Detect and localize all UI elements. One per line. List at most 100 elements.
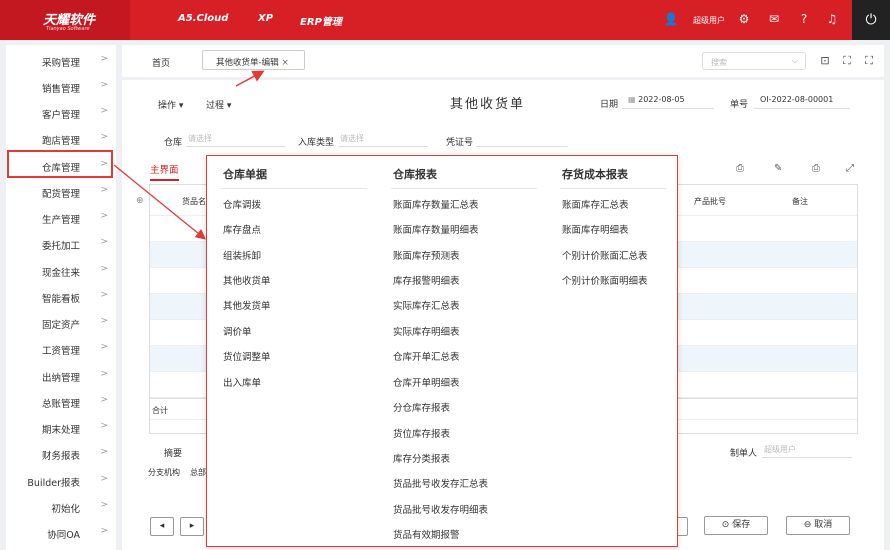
warehouse-label: 仓库 xyxy=(164,138,183,148)
prev-button[interactable]: ◂ xyxy=(150,517,174,536)
attach-icon[interactable]: ✎ xyxy=(774,163,782,174)
menu-item-cost-report[interactable]: 个别计价账面明细表 xyxy=(562,273,648,287)
col-batch: 产品批号 xyxy=(694,197,726,206)
next-button[interactable]: ▸ xyxy=(180,517,204,536)
sidebar-item-cashier[interactable]: 出纳管理 > xyxy=(6,362,116,388)
date-field[interactable]: ▦ 2022-08-05 xyxy=(622,95,714,109)
doc-no-label: 单号 xyxy=(730,100,749,110)
add-row-icon[interactable]: ⊕ xyxy=(136,196,144,206)
sidebar-item-oa[interactable]: 协同OA > xyxy=(6,519,116,545)
sidebar-item-assets[interactable]: 固定资产 > xyxy=(6,309,116,335)
check-icon: ⊙ xyxy=(721,520,730,530)
menu-item-report[interactable]: 仓库开单明细表 xyxy=(393,375,460,389)
save-button[interactable]: ⊙ 保存 xyxy=(704,516,768,535)
chat-icon[interactable]: ✉ xyxy=(766,11,782,27)
chevron-right-icon: > xyxy=(100,342,108,352)
menu-item-location-adjust[interactable]: 货位调整单 xyxy=(223,349,271,363)
chevron-right-icon: > xyxy=(100,237,108,247)
cancel-button[interactable]: ⊖ 取消 xyxy=(786,516,850,535)
minus-icon: ⊖ xyxy=(803,520,812,530)
nav-a5cloud[interactable]: A5.Cloud xyxy=(178,13,228,24)
expand-icon[interactable]: ⛶ xyxy=(862,54,876,68)
maker-field[interactable]: 超级用户 xyxy=(762,444,852,458)
menu-item-stocktake[interactable]: 库存盘点 xyxy=(223,222,261,236)
print-preview-icon[interactable]: ⎙ xyxy=(736,163,744,174)
sidebar-item-distribution[interactable]: 配货管理 > xyxy=(6,178,116,204)
menu-item-report[interactable]: 实际库存明细表 xyxy=(393,324,460,338)
intype-label: 入库类型 xyxy=(298,138,335,148)
tab-other-receipt[interactable]: 其他收货单-编辑 × xyxy=(202,50,305,70)
maker-label: 制单人 xyxy=(730,449,758,459)
chevron-right-icon: > xyxy=(100,369,108,379)
tab-main[interactable]: 主界面 xyxy=(150,162,179,181)
sidebar-item-label: 工资管理 xyxy=(41,346,80,357)
focus-icon[interactable]: ⊡ xyxy=(818,54,832,68)
menu-item-report[interactable]: 账面库存数量汇总表 xyxy=(393,197,479,211)
divider xyxy=(221,188,367,189)
power-icon[interactable]: ⏻ xyxy=(852,0,890,40)
gear-icon[interactable]: ⚙ xyxy=(736,11,752,27)
menu-item-price-adjust[interactable]: 调价单 xyxy=(223,324,252,338)
menu-item-transfer[interactable]: 仓库调拨 xyxy=(223,197,261,211)
branch-value[interactable]: 总部 xyxy=(190,467,206,478)
search-input[interactable]: 搜索 ⌵ xyxy=(702,52,806,70)
menu-item-other-issue[interactable]: 其他发货单 xyxy=(223,298,271,312)
sidebar-item-cash[interactable]: 现金往来 > xyxy=(6,257,116,283)
warehouse-field[interactable]: 请选择 xyxy=(186,133,286,147)
tab-home[interactable]: 首页 xyxy=(152,56,170,69)
chevron-right-icon: > xyxy=(100,211,108,221)
help-icon[interactable]: ? xyxy=(796,11,812,27)
doc-no-field[interactable]: OI-2022-08-00001 xyxy=(754,95,850,109)
announce-icon[interactable]: ♫ xyxy=(824,11,840,27)
voucher-field[interactable] xyxy=(476,133,568,147)
sidebar-item-ledger[interactable]: 总账管理 > xyxy=(6,388,116,414)
intype-field[interactable]: 请选择 xyxy=(338,133,428,147)
sidebar-item-period-end[interactable]: 期末处理 > xyxy=(6,414,116,440)
menu-item-report[interactable]: 分仓库存报表 xyxy=(393,400,450,414)
sidebar-item-init[interactable]: 初始化 > xyxy=(6,493,116,519)
sidebar-item-customer[interactable]: 客户管理 > xyxy=(6,99,116,125)
user-name[interactable]: 超级用户 xyxy=(693,15,725,26)
sidebar-item-outsourcing[interactable]: 委托加工 > xyxy=(6,230,116,256)
printer-icon[interactable]: ⎙ xyxy=(812,163,820,174)
menu-item-report[interactable]: 货品批号收发存明细表 xyxy=(393,502,488,516)
user-icon[interactable]: 👤 xyxy=(663,11,679,27)
menu-item-report[interactable]: 账面库存数量明细表 xyxy=(393,222,479,236)
operate-menu[interactable]: 操作 ▾ xyxy=(158,98,183,111)
menu-item-inout[interactable]: 出入库单 xyxy=(223,375,261,389)
menu-item-assembly[interactable]: 组装拆卸 xyxy=(223,248,261,262)
sidebar-item-financial-reports[interactable]: 财务报表 > xyxy=(6,440,116,466)
nav-xp[interactable]: XP xyxy=(258,13,273,24)
menu-item-report[interactable]: 库存报警明细表 xyxy=(393,273,460,287)
menu-item-cost-report[interactable]: 账面库存明细表 xyxy=(562,222,629,236)
menu-item-report[interactable]: 仓库开单汇总表 xyxy=(393,349,460,363)
menu-item-report[interactable]: 货位库存报表 xyxy=(393,426,450,440)
sidebar-item-production[interactable]: 生产管理 > xyxy=(6,204,116,230)
sidebar-item-purchase[interactable]: 采购管理 > xyxy=(6,47,116,73)
fullscreen-icon[interactable]: ⛶ xyxy=(840,54,854,68)
summary-label: 摘要 xyxy=(164,449,183,459)
menu-heading-reports: 仓库报表 xyxy=(393,168,437,181)
menu-item-cost-report[interactable]: 个别计价账面汇总表 xyxy=(562,248,648,262)
date-label: 日期 xyxy=(600,100,619,110)
nav-erp[interactable]: ERP管理 xyxy=(300,13,342,28)
sidebar-item-dashboard[interactable]: 智能看板 > xyxy=(6,283,116,309)
menu-item-report[interactable]: 库存分类报表 xyxy=(393,451,450,465)
menu-item-report[interactable]: 账面库存预测表 xyxy=(393,248,460,262)
sidebar-item-store-visit[interactable]: 跑店管理 > xyxy=(6,125,116,151)
sidebar-item-builder[interactable]: Builder报表 > xyxy=(6,467,116,493)
chevron-down-icon: ⌵ xyxy=(791,56,798,65)
menu-item-report[interactable]: 货品批号收发存汇总表 xyxy=(393,476,488,490)
menu-item-report[interactable]: 实际库存汇总表 xyxy=(393,298,460,312)
sidebar-item-label: 协同OA xyxy=(47,530,80,541)
doc-no-value: OI-2022-08-00001 xyxy=(760,95,834,104)
close-icon[interactable]: × xyxy=(282,58,289,68)
sidebar-item-sales[interactable]: 销售管理 > xyxy=(6,73,116,99)
expand-icon[interactable]: ⤢ xyxy=(846,163,854,174)
menu-item-other-receipt[interactable]: 其他收货单 xyxy=(223,273,271,287)
sidebar-item-payroll[interactable]: 工资管理 > xyxy=(6,335,116,361)
form-title: 其他收货单 xyxy=(450,97,526,112)
menu-item-report[interactable]: 货品有效期报警 xyxy=(393,527,460,541)
menu-item-cost-report[interactable]: 账面库存汇总表 xyxy=(562,197,629,211)
process-menu[interactable]: 过程 ▾ xyxy=(206,98,231,111)
